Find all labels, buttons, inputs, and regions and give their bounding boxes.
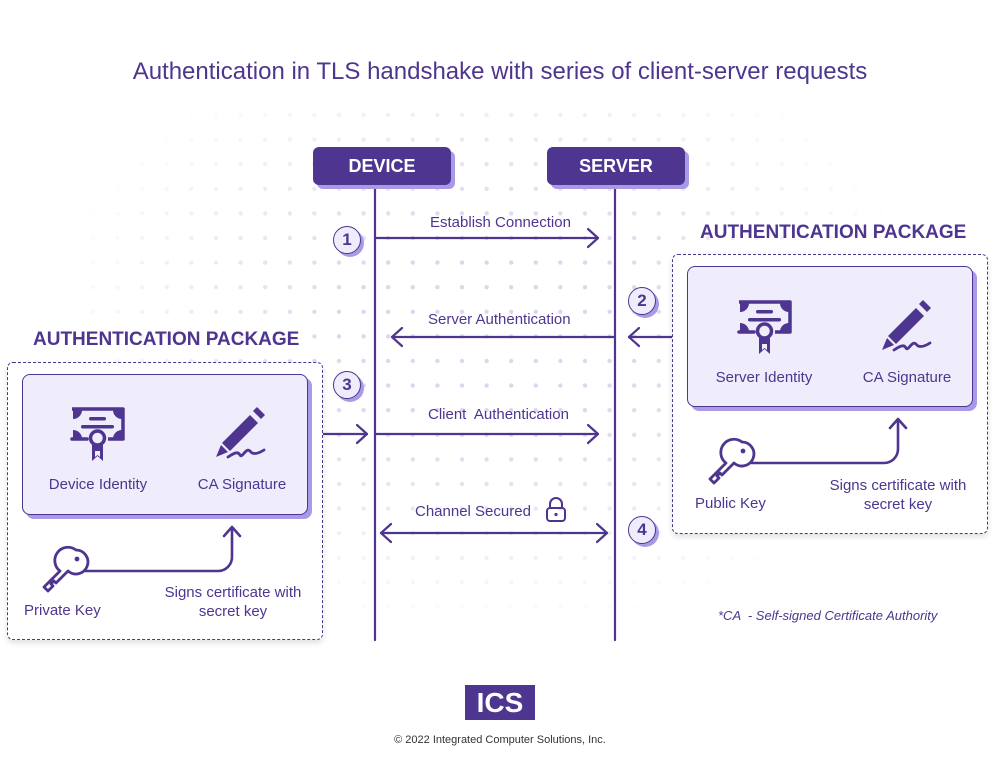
arrow-client-package-to-device [321,423,369,445]
device-actor: DEVICE [313,147,451,185]
arrow-channel-secured [379,522,609,544]
server-ca-signature-label: CA Signature [862,369,952,386]
ics-logo: ICS [465,685,535,720]
step-badge-1: 1 [333,226,361,254]
arrow-server-authentication [390,326,616,348]
client-sign-note-line1: Signs certificate with [164,584,302,601]
public-key-label: Public Key [695,495,766,512]
device-identity-label: Device Identity [48,476,148,493]
message-label-server-authentication: Server Authentication [428,311,571,328]
ca-footnote: *CA - Self-signed Certificate Authority [718,608,938,623]
arrow-client-authentication [374,423,600,445]
server-actor-label: SERVER [579,155,653,176]
server-sign-note-line1: Signs certificate with [829,477,967,494]
lock-icon [546,497,566,522]
step-badge-4: 4 [628,516,656,544]
private-key-icon [42,545,90,593]
arrow-establish-connection [374,227,600,249]
client-sign-note: Signs certificate with secret key [148,583,318,621]
step-badge-3: 3 [333,371,361,399]
client-sign-note-line2: secret key [198,603,268,620]
private-key-label: Private Key [24,602,101,619]
message-label-channel-secured: Channel Secured [415,503,531,520]
message-label-establish-connection: Establish Connection [430,214,571,231]
client-ca-signature-label: CA Signature [197,476,287,493]
certificate-icon [737,300,792,354]
copyright-text: © 2022 Integrated Computer Solutions, In… [394,734,606,746]
server-identity-label: Server Identity [715,369,813,386]
pen-signature-icon [882,300,932,352]
server-sign-note-line2: secret key [863,496,933,513]
ics-logo-text: ICS [476,686,524,718]
step-badge-2: 2 [628,287,656,315]
server-sign-note: Signs certificate with secret key [813,476,983,514]
certificate-icon [70,407,125,461]
server-package-title: AUTHENTICATION PACKAGE [700,222,967,243]
server-actor: SERVER [547,147,685,185]
pen-signature-icon [216,407,266,459]
arrow-server-package-to-server [627,326,674,348]
client-package-title: AUTHENTICATION PACKAGE [33,329,300,350]
message-label-client-authentication: Client Authentication [428,406,569,423]
device-actor-label: DEVICE [348,155,416,176]
public-key-icon [708,437,756,485]
